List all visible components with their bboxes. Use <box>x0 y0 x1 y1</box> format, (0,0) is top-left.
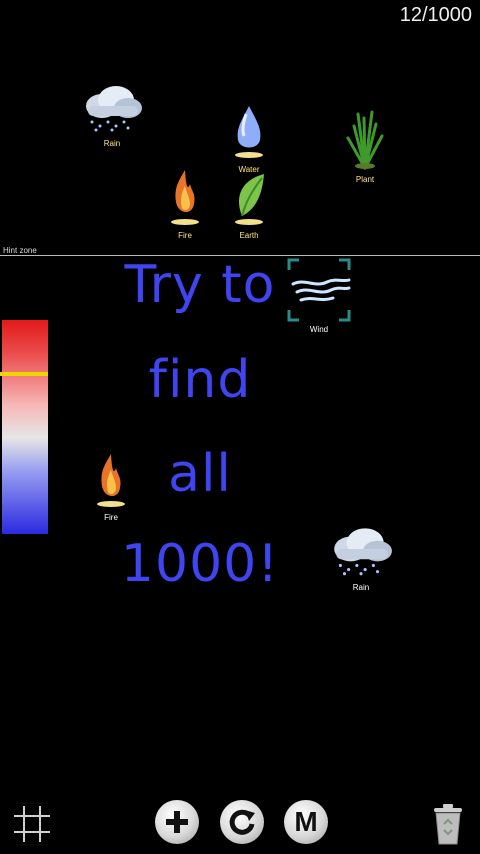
message-line-1: Try to <box>124 255 276 315</box>
menu-icon: M <box>294 806 318 837</box>
element-water[interactable]: Water <box>224 100 274 174</box>
refresh-button[interactable] <box>220 800 264 844</box>
add-button[interactable] <box>155 800 199 844</box>
element-label: Earth <box>239 231 259 240</box>
element-label: Fire <box>178 231 192 240</box>
grid-icon <box>14 806 50 842</box>
element-rain-play[interactable]: Rain <box>328 524 394 592</box>
water-icon <box>235 106 263 158</box>
element-label: Fire <box>104 513 118 522</box>
element-rain[interactable]: Rain <box>80 82 144 148</box>
element-label: Wind <box>309 325 329 334</box>
refresh-icon <box>229 809 255 835</box>
trash-button[interactable] <box>428 800 468 846</box>
plant-icon <box>346 110 384 170</box>
element-wind[interactable]: Wind <box>287 258 351 334</box>
wind-icon <box>291 278 351 302</box>
earth-icon <box>235 174 264 225</box>
fire-icon <box>171 170 199 225</box>
plus-icon <box>166 811 188 833</box>
element-label: Rain <box>352 583 370 592</box>
menu-button[interactable]: M <box>284 800 328 844</box>
message-line-2: find <box>148 350 252 410</box>
element-label: Rain <box>103 139 121 148</box>
element-plant[interactable]: Plant <box>342 108 388 184</box>
element-fire[interactable]: Fire <box>164 166 206 240</box>
trash-icon <box>434 804 462 845</box>
element-earth[interactable]: Earth <box>228 170 270 240</box>
element-counter: 12/1000 <box>399 4 472 26</box>
element-label: Plant <box>355 175 375 184</box>
rain-icon <box>334 528 392 576</box>
message-line-3: all <box>168 444 232 504</box>
fire-icon <box>97 454 125 507</box>
hint-zone-label: Hint zone <box>3 246 37 255</box>
element-fire-play[interactable]: Fire <box>90 450 132 522</box>
rain-icon <box>86 86 142 132</box>
grid-button[interactable] <box>10 802 54 846</box>
